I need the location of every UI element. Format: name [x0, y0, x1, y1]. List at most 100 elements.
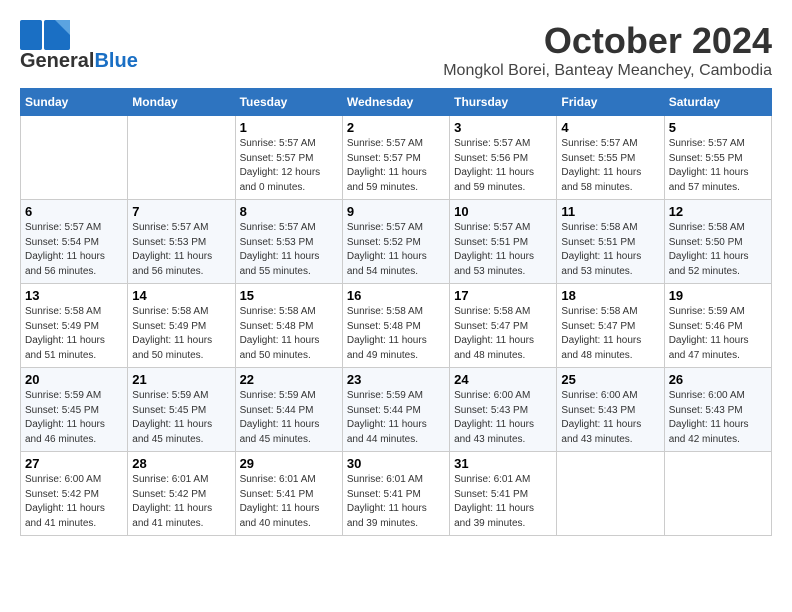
calendar-cell — [21, 116, 128, 200]
day-detail: Sunrise: 5:57 AMSunset: 5:57 PMDaylight:… — [240, 137, 338, 195]
weekday-header-monday: Monday — [128, 89, 235, 116]
calendar-cell: 28 Sunrise: 6:01 AMSunset: 5:42 PMDayligh… — [128, 452, 235, 536]
calendar-cell — [557, 452, 664, 536]
calendar-cell — [128, 116, 235, 200]
day-detail: Sunrise: 5:57 AMSunset: 5:55 PMDaylight:… — [669, 137, 767, 195]
day-number: 31 — [454, 456, 552, 471]
day-number: 28 — [132, 456, 230, 471]
day-number: 9 — [347, 204, 445, 219]
weekday-header-friday: Friday — [557, 89, 664, 116]
day-number: 22 — [240, 372, 338, 387]
day-number: 5 — [669, 120, 767, 135]
calendar-cell: 2Sunrise: 5:57 AMSunset: 5:57 PMDaylight… — [342, 116, 449, 200]
calendar-cell: 14 Sunrise: 5:58 AMSunset: 5:49 PMDayligh… — [128, 284, 235, 368]
day-detail: Sunrise: 6:01 AMSunset: 5:41 PMDaylight:… — [347, 473, 445, 531]
week-row-2: 6Sunrise: 5:57 AMSunset: 5:54 PMDaylight… — [21, 200, 772, 284]
calendar-cell: 29 Sunrise: 6:01 AMSunset: 5:41 PMDayligh… — [235, 452, 342, 536]
title-area: October 2024 Mongkol Borei, Banteay Mean… — [443, 20, 772, 80]
month-title: October 2024 — [443, 20, 772, 62]
day-detail: Sunrise: 6:00 AMSunset: 5:42 PMDaylight:… — [25, 473, 123, 531]
day-number: 23 — [347, 372, 445, 387]
calendar-cell: 6Sunrise: 5:57 AMSunset: 5:54 PMDaylight… — [21, 200, 128, 284]
calendar-cell: 27 Sunrise: 6:00 AMSunset: 5:42 PMDayligh… — [21, 452, 128, 536]
day-detail: Sunrise: 5:59 AMSunset: 5:45 PMDaylight:… — [132, 389, 230, 447]
day-detail: Sunrise: 5:58 AMSunset: 5:47 PMDaylight:… — [454, 305, 552, 363]
day-number: 4 — [561, 120, 659, 135]
calendar-cell: 30Sunrise: 6:01 AMSunset: 5:41 PMDayligh… — [342, 452, 449, 536]
day-number: 2 — [347, 120, 445, 135]
day-number: 29 — [240, 456, 338, 471]
calendar-cell: 5 Sunrise: 5:57 AMSunset: 5:55 PMDaylight… — [664, 116, 771, 200]
page-header: GeneralBlue October 2024 Mongkol Borei, … — [20, 20, 772, 80]
calendar-cell: 17 Sunrise: 5:58 AMSunset: 5:47 PMDayligh… — [450, 284, 557, 368]
day-detail: Sunrise: 6:01 AMSunset: 5:42 PMDaylight:… — [132, 473, 230, 531]
week-row-1: 1 Sunrise: 5:57 AMSunset: 5:57 PMDaylight… — [21, 116, 772, 200]
calendar-cell: 10 Sunrise: 5:57 AMSunset: 5:51 PMDayligh… — [450, 200, 557, 284]
day-detail: Sunrise: 5:58 AMSunset: 5:51 PMDaylight:… — [561, 221, 659, 279]
location-subtitle: Mongkol Borei, Banteay Meanchey, Cambodi… — [443, 62, 772, 80]
day-detail: Sunrise: 6:01 AMSunset: 5:41 PMDaylight:… — [240, 473, 338, 531]
calendar-cell: 3 Sunrise: 5:57 AMSunset: 5:56 PMDaylight… — [450, 116, 557, 200]
week-row-3: 13 Sunrise: 5:58 AMSunset: 5:49 PMDayligh… — [21, 284, 772, 368]
day-number: 13 — [25, 288, 123, 303]
weekday-header-wednesday: Wednesday — [342, 89, 449, 116]
calendar-cell: 31 Sunrise: 6:01 AMSunset: 5:41 PMDayligh… — [450, 452, 557, 536]
day-detail: Sunrise: 5:58 AMSunset: 5:48 PMDaylight:… — [347, 305, 445, 363]
day-detail: Sunrise: 5:57 AMSunset: 5:51 PMDaylight:… — [454, 221, 552, 279]
day-detail: Sunrise: 5:57 AMSunset: 5:56 PMDaylight:… — [454, 137, 552, 195]
day-number: 17 — [454, 288, 552, 303]
day-number: 20 — [25, 372, 123, 387]
day-number: 15 — [240, 288, 338, 303]
calendar-cell: 19Sunrise: 5:59 AMSunset: 5:46 PMDayligh… — [664, 284, 771, 368]
day-detail: Sunrise: 5:59 AMSunset: 5:46 PMDaylight:… — [669, 305, 767, 363]
day-detail: Sunrise: 5:57 AMSunset: 5:55 PMDaylight:… — [561, 137, 659, 195]
day-number: 7 — [132, 204, 230, 219]
day-detail: Sunrise: 5:59 AMSunset: 5:44 PMDaylight:… — [240, 389, 338, 447]
week-row-4: 20 Sunrise: 5:59 AMSunset: 5:45 PMDayligh… — [21, 368, 772, 452]
day-number: 27 — [25, 456, 123, 471]
day-detail: Sunrise: 6:00 AMSunset: 5:43 PMDaylight:… — [669, 389, 767, 447]
day-number: 26 — [669, 372, 767, 387]
day-detail: Sunrise: 5:59 AMSunset: 5:45 PMDaylight:… — [25, 389, 123, 447]
weekday-header-saturday: Saturday — [664, 89, 771, 116]
day-number: 1 — [240, 120, 338, 135]
calendar-cell: 15Sunrise: 5:58 AMSunset: 5:48 PMDayligh… — [235, 284, 342, 368]
day-number: 14 — [132, 288, 230, 303]
calendar-cell: 26 Sunrise: 6:00 AMSunset: 5:43 PMDayligh… — [664, 368, 771, 452]
calendar-cell: 11Sunrise: 5:58 AMSunset: 5:51 PMDayligh… — [557, 200, 664, 284]
day-detail: Sunrise: 5:57 AMSunset: 5:53 PMDaylight:… — [240, 221, 338, 279]
day-number: 16 — [347, 288, 445, 303]
day-detail: Sunrise: 5:58 AMSunset: 5:50 PMDaylight:… — [669, 221, 767, 279]
day-detail: Sunrise: 5:58 AMSunset: 5:49 PMDaylight:… — [25, 305, 123, 363]
day-number: 18 — [561, 288, 659, 303]
day-number: 10 — [454, 204, 552, 219]
day-number: 24 — [454, 372, 552, 387]
day-number: 25 — [561, 372, 659, 387]
day-number: 21 — [132, 372, 230, 387]
calendar-cell: 7 Sunrise: 5:57 AMSunset: 5:53 PMDaylight… — [128, 200, 235, 284]
day-detail: Sunrise: 6:00 AMSunset: 5:43 PMDaylight:… — [454, 389, 552, 447]
calendar-cell: 9 Sunrise: 5:57 AMSunset: 5:52 PMDaylight… — [342, 200, 449, 284]
day-number: 3 — [454, 120, 552, 135]
day-detail: Sunrise: 5:57 AMSunset: 5:52 PMDaylight:… — [347, 221, 445, 279]
day-number: 8 — [240, 204, 338, 219]
logo-icon — [20, 20, 70, 50]
logo-general: General — [20, 50, 94, 73]
calendar-cell — [664, 452, 771, 536]
day-detail: Sunrise: 5:58 AMSunset: 5:49 PMDaylight:… — [132, 305, 230, 363]
calendar-cell: 18 Sunrise: 5:58 AMSunset: 5:47 PMDayligh… — [557, 284, 664, 368]
calendar-table: SundayMondayTuesdayWednesdayThursdayFrid… — [20, 88, 772, 536]
day-detail: Sunrise: 6:01 AMSunset: 5:41 PMDaylight:… — [454, 473, 552, 531]
logo: GeneralBlue — [20, 20, 138, 73]
calendar-cell: 22 Sunrise: 5:59 AMSunset: 5:44 PMDayligh… — [235, 368, 342, 452]
calendar-cell: 8 Sunrise: 5:57 AMSunset: 5:53 PMDaylight… — [235, 200, 342, 284]
calendar-cell: 23Sunrise: 5:59 AMSunset: 5:44 PMDayligh… — [342, 368, 449, 452]
day-detail: Sunrise: 5:58 AMSunset: 5:47 PMDaylight:… — [561, 305, 659, 363]
weekday-header-sunday: Sunday — [21, 89, 128, 116]
calendar-cell: 4 Sunrise: 5:57 AMSunset: 5:55 PMDaylight… — [557, 116, 664, 200]
calendar-cell: 12Sunrise: 5:58 AMSunset: 5:50 PMDayligh… — [664, 200, 771, 284]
weekday-header-tuesday: Tuesday — [235, 89, 342, 116]
day-detail: Sunrise: 5:57 AMSunset: 5:53 PMDaylight:… — [132, 221, 230, 279]
weekday-header-thursday: Thursday — [450, 89, 557, 116]
calendar-cell: 13 Sunrise: 5:58 AMSunset: 5:49 PMDayligh… — [21, 284, 128, 368]
